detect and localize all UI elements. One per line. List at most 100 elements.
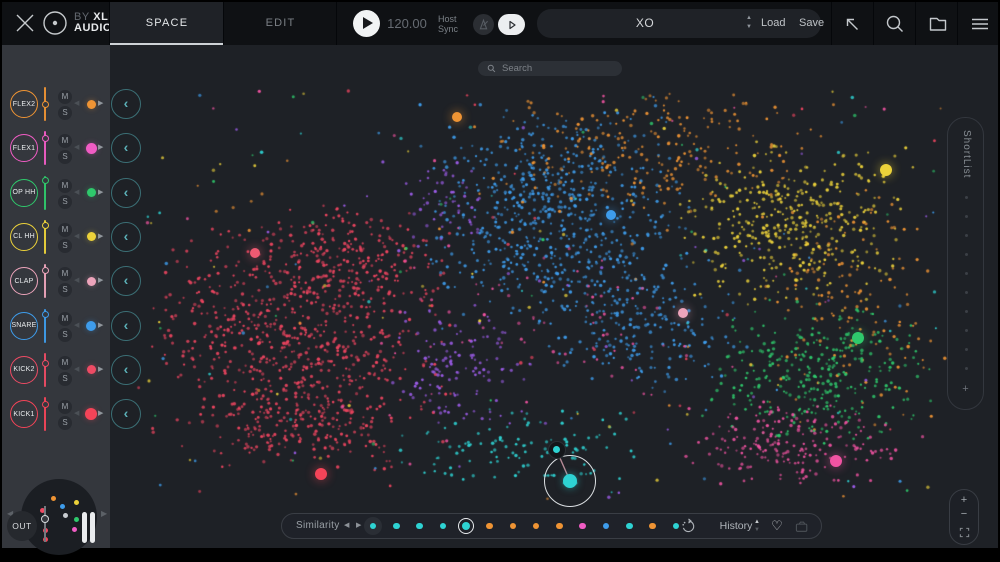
solo-button-kick2[interactable]: S xyxy=(58,372,72,386)
similarity-dot-selected[interactable] xyxy=(458,518,474,534)
collapse-chevron-flex2[interactable]: ‹ xyxy=(111,89,141,119)
mute-button-clhh[interactable]: M xyxy=(58,223,72,237)
solo-button-snare[interactable]: S xyxy=(58,328,72,342)
collapse-chevron-kick2[interactable]: ‹ xyxy=(111,355,141,385)
channel-pad-flex2[interactable]: FLEX2 xyxy=(10,90,38,118)
shortlist-add-button[interactable]: + xyxy=(948,383,983,395)
collapse-chevron-clap[interactable]: ‹ xyxy=(111,266,141,296)
similarity-dot-10[interactable] xyxy=(603,523,610,530)
collapse-chevron-ophh[interactable]: ‹ xyxy=(111,178,141,208)
sample-anchor-7[interactable] xyxy=(830,455,842,467)
collapse-chevron-snare[interactable]: ‹ xyxy=(111,311,141,341)
zoom-in-button[interactable]: + xyxy=(950,494,978,506)
similarity-dot-11[interactable] xyxy=(626,523,633,530)
mute-button-flex2[interactable]: M xyxy=(58,90,72,104)
similarity-next-arrow[interactable]: ▶ xyxy=(356,514,361,538)
search-tool-button[interactable] xyxy=(883,12,907,36)
regenerate-icon[interactable] xyxy=(680,518,697,535)
sample-anchor-3[interactable] xyxy=(880,164,892,176)
channel-color-dot-ophh[interactable] xyxy=(87,188,96,197)
bpm-display[interactable]: 120.00 xyxy=(384,2,430,45)
load-button[interactable]: Load xyxy=(761,9,785,38)
channel-fader-kick2[interactable] xyxy=(44,353,46,387)
solo-button-flex1[interactable]: S xyxy=(58,150,72,164)
hover-sample-dot[interactable] xyxy=(553,446,560,453)
mute-button-clap[interactable]: M xyxy=(58,267,72,281)
favorite-heart-icon[interactable]: ♡ xyxy=(769,514,785,538)
prev-sample-arrow-snare[interactable]: ◀ xyxy=(74,304,79,348)
mute-button-flex1[interactable]: M xyxy=(58,134,72,148)
channel-fader-handle-flex2[interactable] xyxy=(42,101,49,108)
next-sample-arrow-snare[interactable]: ▶ xyxy=(98,304,103,348)
metronome-toggle[interactable] xyxy=(473,14,494,35)
prev-sample-arrow-flex1[interactable]: ◀ xyxy=(74,126,79,170)
sample-anchor-5[interactable] xyxy=(852,332,864,344)
sample-anchor-1[interactable] xyxy=(250,248,260,258)
prev-sample-arrow-clhh[interactable]: ◀ xyxy=(74,215,79,259)
channel-fader-handle-ophh[interactable] xyxy=(42,177,49,184)
search-input[interactable] xyxy=(500,62,614,75)
play-button[interactable] xyxy=(353,10,380,37)
mute-button-kick2[interactable]: M xyxy=(58,356,72,370)
channel-color-dot-flex2[interactable] xyxy=(87,100,96,109)
channel-fader-handle-clap[interactable] xyxy=(42,267,49,274)
mute-button-kick1[interactable]: M xyxy=(58,400,72,414)
channel-color-dot-kick1[interactable] xyxy=(85,408,97,420)
tab-edit[interactable]: EDIT xyxy=(224,2,337,45)
tab-space[interactable]: SPACE xyxy=(110,2,224,45)
similarity-prev-arrow[interactable]: ◀ xyxy=(344,514,349,538)
channel-color-dot-clap[interactable] xyxy=(87,277,96,286)
selected-sample-dot[interactable] xyxy=(563,474,577,488)
sample-preview-toggle[interactable] xyxy=(498,14,525,35)
similarity-dot-13[interactable] xyxy=(673,523,680,530)
solo-button-clhh[interactable]: S xyxy=(58,239,72,253)
solo-button-kick1[interactable]: S xyxy=(58,416,72,430)
space-search-bar[interactable] xyxy=(478,61,622,76)
sample-anchor-6[interactable] xyxy=(315,468,327,480)
channel-fader-handle-snare[interactable] xyxy=(42,311,49,318)
collapse-chevron-clhh[interactable]: ‹ xyxy=(111,222,141,252)
pad-next-arrow[interactable]: ▶ xyxy=(101,509,107,519)
sample-anchor-0[interactable] xyxy=(452,112,462,122)
channel-pad-clhh[interactable]: CL HH xyxy=(10,223,38,251)
mute-button-ophh[interactable]: M xyxy=(58,179,72,193)
channel-color-dot-kick2[interactable] xyxy=(87,365,96,374)
similarity-dot-1[interactable] xyxy=(393,523,400,530)
channel-pad-ophh[interactable]: OP HH xyxy=(10,179,38,207)
solo-button-ophh[interactable]: S xyxy=(58,195,72,209)
similarity-dot-7[interactable] xyxy=(533,523,540,530)
channel-fader-handle-flex1[interactable] xyxy=(42,135,49,142)
channel-color-dot-snare[interactable] xyxy=(86,321,96,331)
history-spinner[interactable]: ▲▼ xyxy=(752,518,762,534)
channel-pad-snare[interactable]: SNARE xyxy=(10,312,38,340)
browser-folder-button[interactable] xyxy=(926,12,950,36)
snapshot-icon[interactable] xyxy=(794,519,810,534)
collapse-chevron-flex1[interactable]: ‹ xyxy=(111,133,141,163)
channel-color-dot-flex1[interactable] xyxy=(86,143,97,154)
next-sample-arrow-kick2[interactable]: ▶ xyxy=(98,348,103,392)
channel-pad-kick2[interactable]: KICK2 xyxy=(10,356,38,384)
next-sample-arrow-clap[interactable]: ▶ xyxy=(98,259,103,303)
next-sample-arrow-clhh[interactable]: ▶ xyxy=(98,215,103,259)
shortlist-tab[interactable]: ShortList + xyxy=(947,117,984,410)
similarity-dot-9[interactable] xyxy=(579,523,586,530)
channel-fader-handle-clhh[interactable] xyxy=(42,222,49,229)
channel-pad-flex1[interactable]: FLEX1 xyxy=(10,134,38,162)
similarity-dot-2[interactable] xyxy=(416,523,423,530)
preset-spinner[interactable]: ▲▼ xyxy=(744,14,754,32)
collapse-chevron-kick1[interactable]: ‹ xyxy=(111,399,141,429)
similarity-dot-6[interactable] xyxy=(510,523,517,530)
channel-color-dot-clhh[interactable] xyxy=(87,232,96,241)
pointer-tool-button[interactable] xyxy=(840,12,864,36)
solo-button-clap[interactable]: S xyxy=(58,283,72,297)
prev-sample-arrow-kick1[interactable]: ◀ xyxy=(74,392,79,436)
channel-fader-handle-kick2[interactable] xyxy=(42,360,49,367)
similarity-dot-3[interactable] xyxy=(440,523,447,530)
next-sample-arrow-ophh[interactable]: ▶ xyxy=(98,171,103,215)
out-volume-fader[interactable] xyxy=(44,506,46,542)
next-sample-arrow-flex2[interactable]: ▶ xyxy=(98,82,103,126)
channel-fader-handle-kick1[interactable] xyxy=(42,401,49,408)
sample-anchor-2[interactable] xyxy=(606,210,616,220)
solo-button-flex2[interactable]: S xyxy=(58,106,72,120)
prev-sample-arrow-ophh[interactable]: ◀ xyxy=(74,171,79,215)
